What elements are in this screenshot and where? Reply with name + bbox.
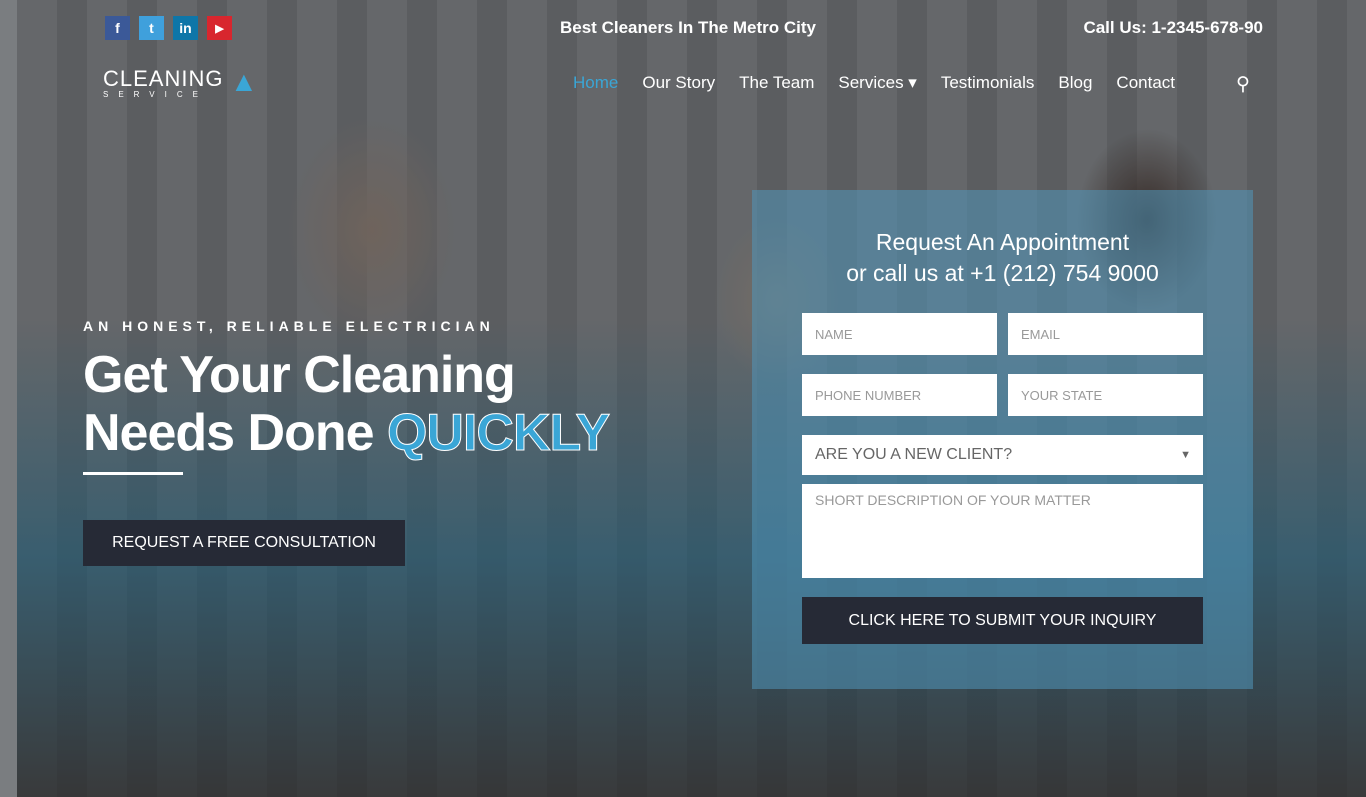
search-icon[interactable]: ⚲	[1236, 73, 1250, 96]
nav-blog[interactable]: Blog	[1058, 73, 1092, 93]
chevron-down-icon: ▼	[1180, 449, 1191, 461]
email-input[interactable]: EMAIL	[1008, 313, 1203, 355]
main-nav: Home Our Story The Team Services ▾ Testi…	[573, 73, 1175, 93]
hero-headline: Get Your Cleaning Needs Done QUICKLY	[83, 346, 611, 463]
vacuum-icon: ▲	[230, 66, 258, 97]
name-input[interactable]: NAME	[802, 313, 997, 355]
nav-home[interactable]: Home	[573, 73, 618, 93]
nav-services[interactable]: Services ▾	[838, 73, 916, 93]
nav-testimonials[interactable]: Testimonials	[941, 73, 1035, 93]
hero-kicker: AN HONEST, RELIABLE ELECTRICIAN	[83, 318, 495, 334]
consultation-button[interactable]: REQUEST A FREE CONSULTATION	[83, 520, 405, 566]
new-client-select[interactable]: ARE YOU A NEW CLIENT? ▼	[802, 435, 1203, 475]
twitter-icon[interactable]: t	[139, 16, 164, 40]
description-textarea[interactable]: SHORT DESCRIPTION OF YOUR MATTER	[802, 484, 1203, 578]
nav-the-team[interactable]: The Team	[739, 73, 814, 93]
linkedin-icon[interactable]: in	[173, 16, 198, 40]
tagline: Best Cleaners In The Metro City	[560, 18, 817, 37]
form-title: Request An Appointment or call us at +1 (…	[846, 229, 1159, 286]
youtube-icon[interactable]: ▶	[207, 16, 232, 40]
nav-contact[interactable]: Contact	[1116, 73, 1175, 93]
nav-our-story[interactable]: Our Story	[642, 73, 715, 93]
divider	[83, 472, 183, 475]
state-input[interactable]: YOUR STATE	[1008, 374, 1203, 416]
social-links: f t in ▶	[105, 16, 232, 40]
facebook-icon[interactable]: f	[105, 16, 130, 40]
logo[interactable]: CLEANING SERVICE ▲	[103, 66, 258, 99]
phone-number: Call Us: 1-2345-678-90	[1083, 18, 1263, 37]
appointment-form: Request An Appointment or call us at +1 (…	[752, 190, 1253, 689]
submit-button[interactable]: CLICK HERE TO SUBMIT YOUR INQUIRY	[802, 597, 1203, 644]
phone-input[interactable]: PHONE NUMBER	[802, 374, 997, 416]
